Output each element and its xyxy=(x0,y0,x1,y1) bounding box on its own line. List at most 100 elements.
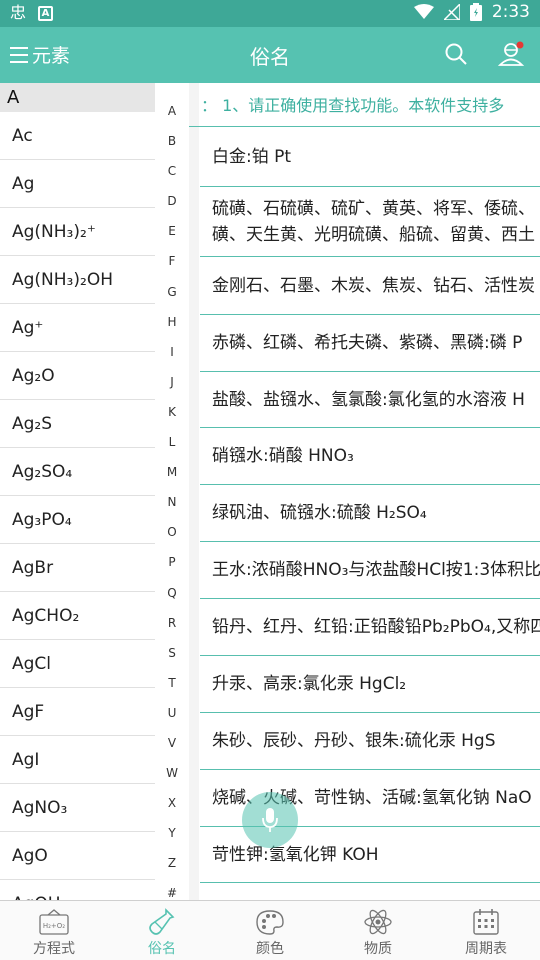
element-list-item[interactable]: Ag₂SO₄ xyxy=(0,448,155,496)
status-bar: 忠 A 2:33 xyxy=(0,0,540,27)
app-bar: 元素 俗名 xyxy=(0,27,540,83)
index-letter[interactable]: I xyxy=(157,337,187,367)
index-letter[interactable]: W xyxy=(157,758,187,788)
index-letter[interactable]: P xyxy=(157,547,187,577)
common-name-row[interactable]: 盐酸、盐镪水、氢氯酸:氯化氢的水溶液 H xyxy=(200,372,540,428)
tab-label: 方程式 xyxy=(33,941,75,957)
panel-divider xyxy=(189,83,199,900)
index-letter[interactable]: V xyxy=(157,728,187,758)
common-name-row[interactable]: 朱砂、辰砂、丹砂、银朱:硫化汞 HgS xyxy=(200,713,540,770)
element-list-item[interactable]: Ag xyxy=(0,160,155,208)
tab-label: 周期表 xyxy=(465,941,507,957)
element-list-item[interactable]: Ag₂O xyxy=(0,352,155,400)
index-letter[interactable]: G xyxy=(157,277,187,307)
index-letter[interactable]: R xyxy=(157,608,187,638)
microphone-icon xyxy=(262,808,278,832)
common-names-list[interactable]: 白金:铂 Pt 硫磺、石硫磺、硫矿、黄英、将军、倭硫、 磺、天生黄、光明硫磺、船硫、… xyxy=(200,127,540,900)
no-signal-icon xyxy=(443,4,460,20)
common-name-text: 盐酸、盐镪水、氢氯酸:氯化氢的水溶液 H xyxy=(212,389,525,410)
index-letter[interactable]: Z xyxy=(157,848,187,878)
index-letter[interactable]: Y xyxy=(157,818,187,848)
index-letter[interactable]: X xyxy=(157,788,187,818)
element-list-item[interactable]: AgBr xyxy=(0,544,155,592)
common-name-text: 王水:浓硝酸HNO₃与浓盐酸HCl按1:3体积比 xyxy=(212,560,540,580)
index-letter[interactable]: Q xyxy=(157,578,187,608)
palette-icon xyxy=(255,908,285,936)
common-name-row[interactable]: 绿矾油、硫镪水:硫酸 H₂SO₄ xyxy=(200,485,540,542)
index-letter[interactable]: C xyxy=(157,156,187,186)
element-list-item[interactable]: AgI xyxy=(0,736,155,784)
index-letter[interactable]: O xyxy=(157,517,187,547)
common-name-text: 铅丹、红丹、红铅:正铅酸铅Pb₂PbO₄,又称四 xyxy=(212,617,540,637)
index-letter[interactable]: D xyxy=(157,186,187,216)
element-list-item[interactable]: Ac xyxy=(0,112,155,160)
common-name-text: 赤磷、红磷、希托夫磷、紫磷、黑磷:磷 P xyxy=(212,333,523,353)
index-letter[interactable]: L xyxy=(157,427,187,457)
index-letter[interactable]: B xyxy=(157,126,187,156)
common-name-row[interactable]: 金刚石、石墨、木炭、焦炭、钻石、活性炭 xyxy=(200,257,540,315)
common-name-row[interactable]: 白金:铂 Pt xyxy=(200,127,540,187)
alphabet-index[interactable]: A B C D E F G H I J K L M N O P Q R S T U V W X Y Z # xyxy=(157,96,187,900)
index-letter[interactable]: F xyxy=(157,246,187,276)
element-list-item[interactable]: Ag₃PO₄ xyxy=(0,496,155,544)
text-notification-icon: A xyxy=(38,5,54,21)
element-list-item[interactable]: AgCHO₂ xyxy=(0,592,155,640)
element-list-item[interactable]: Ag⁺ xyxy=(0,304,155,352)
calendar-icon xyxy=(471,908,501,936)
search-icon[interactable] xyxy=(444,42,468,66)
tab-0[interactable]: H₂+O₂ 方程式 xyxy=(0,901,108,960)
element-list-item[interactable]: AgF xyxy=(0,688,155,736)
common-name-row[interactable]: 硝镪水:硝酸 HNO₃ xyxy=(200,428,540,485)
index-letter[interactable]: H xyxy=(157,307,187,337)
element-list-item[interactable]: Ag(NH₃)₂OH xyxy=(0,256,155,304)
svg-text:H₂+O₂: H₂+O₂ xyxy=(43,922,65,930)
common-name-text: 磺、天生黄、光明硫磺、船硫、留黄、西土 xyxy=(212,224,535,245)
bottom-navigation: H₂+O₂ 方程式 俗名 颜色 物质 周期表 xyxy=(0,900,540,960)
common-name-row[interactable]: 升汞、高汞:氯化汞 HgCl₂ xyxy=(200,656,540,713)
section-header: A xyxy=(0,83,155,112)
common-name-text: 金刚石、石墨、木炭、焦炭、钻石、活性炭 xyxy=(212,275,535,296)
common-name-text: 硝镪水:硝酸 HNO₃ xyxy=(212,446,354,466)
common-name-row[interactable]: 王水:浓硝酸HNO₃与浓盐酸HCl按1:3体积比 xyxy=(200,542,540,599)
wifi-icon xyxy=(413,4,434,19)
element-list-item[interactable]: AgOH xyxy=(0,880,155,900)
element-menu-button[interactable]: 元素 xyxy=(10,41,70,68)
tab-2[interactable]: 颜色 xyxy=(216,901,324,960)
app-notification-icon: 忠 xyxy=(10,3,27,22)
index-letter[interactable]: K xyxy=(157,397,187,427)
common-name-row[interactable]: 铅丹、红丹、红铅:正铅酸铅Pb₂PbO₄,又称四 xyxy=(200,599,540,656)
element-list[interactable]: A Ac Ag Ag(NH₃)₂⁺ Ag(NH₃)₂OH Ag⁺ Ag₂O Ag₂S Ag₂S… xyxy=(0,83,155,900)
common-name-text: 朱砂、辰砂、丹砂、银朱:硫化汞 HgS xyxy=(212,731,496,751)
element-list-item[interactable]: AgO xyxy=(0,832,155,880)
element-list-item[interactable]: AgNO₃ xyxy=(0,784,155,832)
index-letter[interactable]: U xyxy=(157,698,187,728)
status-time: 2:33 xyxy=(491,2,530,22)
bottle-icon xyxy=(147,908,177,936)
common-name-row[interactable]: 消石灰、熟石灰、石灰水(溶液)、石灰乳(悬 xyxy=(200,883,540,900)
common-name-row[interactable]: 赤磷、红磷、希托夫磷、紫磷、黑磷:磷 P xyxy=(200,315,540,372)
user-icon[interactable] xyxy=(498,40,526,68)
index-letter[interactable]: N xyxy=(157,487,187,517)
element-list-item[interactable]: Ag₂S xyxy=(0,400,155,448)
index-letter[interactable]: J xyxy=(157,367,187,397)
menu-icon xyxy=(10,46,28,63)
tab-label: 俗名 xyxy=(148,941,176,957)
index-letter[interactable]: M xyxy=(157,457,187,487)
index-letter[interactable]: E xyxy=(157,216,187,246)
index-letter[interactable]: A xyxy=(157,96,187,126)
common-name-row[interactable]: 硫磺、石硫磺、硫矿、黄英、将军、倭硫、 磺、天生黄、光明硫磺、船硫、留黄、西土 xyxy=(200,187,540,257)
element-list-item[interactable]: AgCl xyxy=(0,640,155,688)
common-name-text: 硫磺、石硫磺、硫矿、黄英、将军、倭硫、 xyxy=(212,198,535,219)
tab-3[interactable]: 物质 xyxy=(324,901,432,960)
tab-label: 物质 xyxy=(364,941,392,957)
voice-search-button[interactable] xyxy=(242,792,298,848)
tab-label: 颜色 xyxy=(256,941,284,957)
common-name-text: 升汞、高汞:氯化汞 HgCl₂ xyxy=(212,674,407,694)
tab-1[interactable]: 俗名 xyxy=(108,901,216,960)
equation-icon: H₂+O₂ xyxy=(39,908,69,936)
menu-label: 元素 xyxy=(32,45,71,67)
index-letter[interactable]: S xyxy=(157,638,187,668)
element-list-item[interactable]: Ag(NH₃)₂⁺ xyxy=(0,208,155,256)
index-letter[interactable]: T xyxy=(157,668,187,698)
tab-4[interactable]: 周期表 xyxy=(432,901,540,960)
